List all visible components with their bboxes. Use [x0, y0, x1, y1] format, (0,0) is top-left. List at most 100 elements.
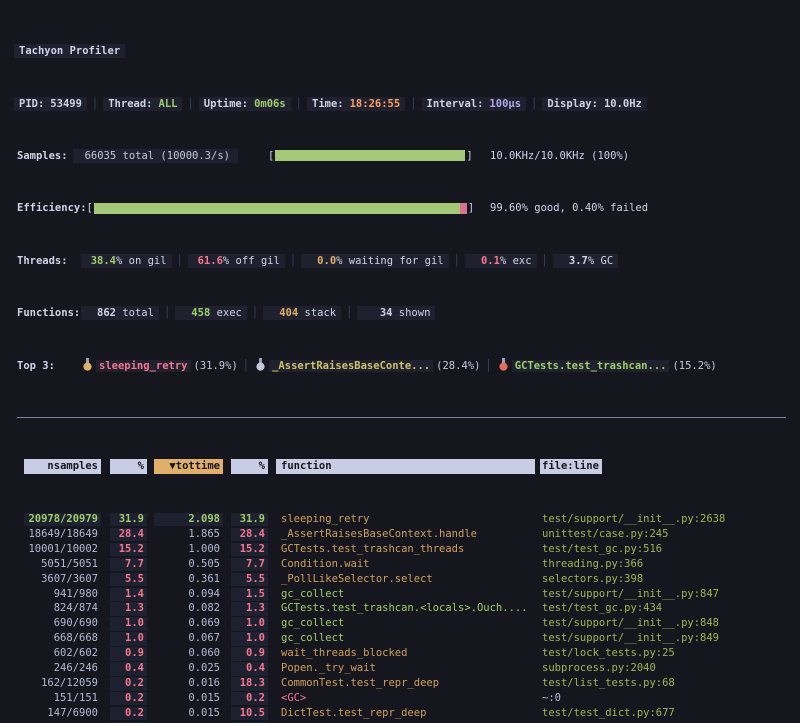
- cell-col-fileline: selectors.py:398: [540, 573, 800, 587]
- table-row[interactable]: 824/8741.30.0821.3GCTests.test_trashcan.…: [14, 602, 800, 617]
- functions-suffix: total: [116, 307, 154, 319]
- cell-col-cumulative-percent: 1.5: [231, 588, 268, 602]
- info-value: 18:26:55: [350, 98, 401, 110]
- top3-percent: (15.2%): [672, 360, 716, 372]
- table-row[interactable]: 147/69000.20.01510.5DictTest.test_repr_d…: [14, 706, 800, 721]
- cell-col-function: CommonTest.test_repr_deep: [276, 677, 535, 691]
- cell-col-function: GCTests.test_trashcan_threads: [276, 543, 535, 557]
- cell-col-cumulative-percent: 15.2: [231, 543, 268, 557]
- header-col-function[interactable]: function: [276, 459, 535, 474]
- threads-segment: 3.7% GC: [553, 254, 618, 268]
- title-bar: Tachyon Profiler: [14, 43, 800, 59]
- cell-col-function: sleeping_retry: [276, 513, 535, 527]
- cell-col-nsamples: 941/980: [24, 588, 101, 602]
- cell-col-direct-percent: 31.9: [110, 513, 147, 527]
- cell-col-tottime: 0.505: [154, 558, 223, 572]
- samples-rate: 10.0KHz/10.0KHz (100%): [490, 148, 629, 164]
- functions-segment: 458 exec: [175, 306, 247, 320]
- samples-total: 66035 total (10000.3/s): [73, 149, 238, 163]
- cell-col-function: _AssertRaisesBaseContext.handle: [276, 528, 535, 542]
- cell-col-nsamples: 246/246: [24, 662, 101, 676]
- separator: │: [480, 360, 496, 372]
- cell-col-fileline: test/support/__init__.py:848: [540, 617, 800, 631]
- header-col-nsamples[interactable]: nsamples: [24, 459, 101, 474]
- table-row[interactable]: 941/9801.40.0941.5gc_collecttest/support…: [14, 587, 800, 602]
- cell-col-fileline: unittest/case.py:245: [540, 528, 800, 542]
- cell-col-fileline: test/test_gc.py:516: [540, 543, 800, 557]
- table-row[interactable]: 602/6020.90.0600.9wait_threads_blockedte…: [14, 647, 800, 662]
- cell-col-direct-percent: 0.4: [110, 662, 147, 676]
- cell-col-function: gc_collect: [276, 632, 535, 646]
- samples-progress-bar: [275, 150, 465, 161]
- table-row[interactable]: 668/6681.00.0671.0gc_collecttest/support…: [14, 632, 800, 647]
- cell-col-direct-percent: 1.3: [110, 602, 147, 616]
- threads-line: Threads: 38.4% on gil│61.6% off gil│0.0%…: [14, 253, 800, 269]
- efficiency-progress-bar: [94, 203, 467, 214]
- threads-segment: 0.0% waiting for gil: [301, 254, 448, 268]
- separator: │: [87, 98, 103, 110]
- cell-col-direct-percent: 1.0: [110, 617, 147, 631]
- cell-col-direct-percent: 0.9: [110, 647, 147, 661]
- app-title: Tachyon Profiler: [14, 44, 125, 58]
- cell-col-cumulative-percent: 1.3: [231, 602, 268, 616]
- samples-line: Samples: 66035 total (10000.3/s) [] 10.0…: [14, 148, 800, 164]
- cell-col-cumulative-percent: 31.9: [231, 513, 268, 527]
- info-bar: PID:53499│Thread:ALL│Uptime:0m06s│Time:1…: [14, 95, 800, 111]
- header-col-fileline[interactable]: file:line: [540, 459, 602, 474]
- silver-medal-icon: [256, 358, 265, 374]
- cell-col-nsamples: 162/12059: [24, 677, 101, 691]
- header-col-tottime[interactable]: ▼tottime: [154, 459, 223, 474]
- top3-percent: (28.4%): [436, 360, 480, 372]
- threads-value: 3.7: [558, 255, 588, 267]
- info-label: Time:: [312, 98, 344, 110]
- cell-col-function: <GC>: [276, 692, 535, 706]
- header-col-direct-percent[interactable]: %: [110, 459, 147, 474]
- top3-item[interactable]: GCTests.test_trashcan...(15.2%): [497, 358, 717, 374]
- functions-segment: 404 stack: [263, 306, 341, 320]
- top3-item[interactable]: _AssertRaisesBaseConte...(28.4%): [254, 358, 480, 374]
- top3-item[interactable]: sleeping_retry(31.9%): [81, 358, 238, 374]
- cell-col-fileline: test/support/__init__.py:2638: [540, 513, 800, 527]
- table-row[interactable]: 10001/1000215.21.00015.2GCTests.test_tra…: [14, 542, 800, 557]
- cell-col-fileline: subprocess.py:2040: [540, 662, 800, 676]
- gold-medal-icon: [83, 358, 92, 374]
- table-header: nsamples% ▼tottime% function file:line: [14, 459, 800, 475]
- threads-suffix: % exc: [500, 255, 532, 267]
- table-row[interactable]: 151/1510.20.0150.2<GC>~:0: [14, 691, 800, 706]
- cell-col-tottime: 0.015: [154, 692, 223, 706]
- functions-suffix: exec: [210, 307, 242, 319]
- threads-segment: 61.6% off gil: [188, 254, 285, 268]
- table-row[interactable]: 246/2460.40.0250.4Popen._try_waitsubproc…: [14, 661, 800, 676]
- cell-col-cumulative-percent: 1.0: [231, 617, 268, 631]
- threads-value: 38.4: [86, 255, 116, 267]
- cell-col-tottime: 0.060: [154, 647, 223, 661]
- cell-col-nsamples: 10001/10002: [24, 543, 101, 557]
- cell-col-tottime: 0.025: [154, 662, 223, 676]
- samples-label: Samples:: [17, 150, 68, 162]
- table-row[interactable]: 20978/2097931.92.09831.9sleeping_retryte…: [14, 512, 800, 527]
- functions-value: 458: [180, 307, 210, 319]
- divider-line: [17, 417, 786, 418]
- cell-col-function: Popen._try_wait: [276, 662, 535, 676]
- efficiency-line: Efficiency:[] 99.60% good, 0.40% failed: [14, 200, 800, 216]
- separator: │: [341, 307, 357, 319]
- cell-col-tottime: 0.015: [154, 707, 223, 721]
- table-row[interactable]: 690/6901.00.0691.0gc_collecttest/support…: [14, 617, 800, 632]
- table-row[interactable]: 162/120590.20.01618.3CommonTest.test_rep…: [14, 676, 800, 691]
- cell-col-function: Condition.wait: [276, 558, 535, 572]
- table-row[interactable]: 3607/36075.50.3615.5_PollLikeSelector.se…: [14, 572, 800, 587]
- cell-col-fileline: test/test_gc.py:434: [540, 602, 800, 616]
- cell-col-nsamples: 602/602: [24, 647, 101, 661]
- cell-col-fileline: test/list_tests.py:68: [540, 677, 800, 691]
- separator: │: [238, 360, 254, 372]
- separator: │: [526, 98, 542, 110]
- table-row[interactable]: 18649/1864928.41.86528.4_AssertRaisesBas…: [14, 527, 800, 542]
- cell-col-cumulative-percent: 18.3: [231, 677, 268, 691]
- cell-col-tottime: 0.094: [154, 588, 223, 602]
- header-col-cumulative-percent[interactable]: %: [231, 459, 268, 474]
- cell-col-fileline: test/test_dict.py:677: [540, 707, 800, 721]
- cell-col-function: DictTest.test_repr_deep: [276, 707, 535, 721]
- profiler-window: Tachyon Profiler PID:53499│Thread:ALL│Up…: [0, 0, 800, 723]
- top3-function-name: GCTests.test_trashcan...: [512, 360, 670, 372]
- table-row[interactable]: 5051/50517.70.5057.7Condition.waitthread…: [14, 557, 800, 572]
